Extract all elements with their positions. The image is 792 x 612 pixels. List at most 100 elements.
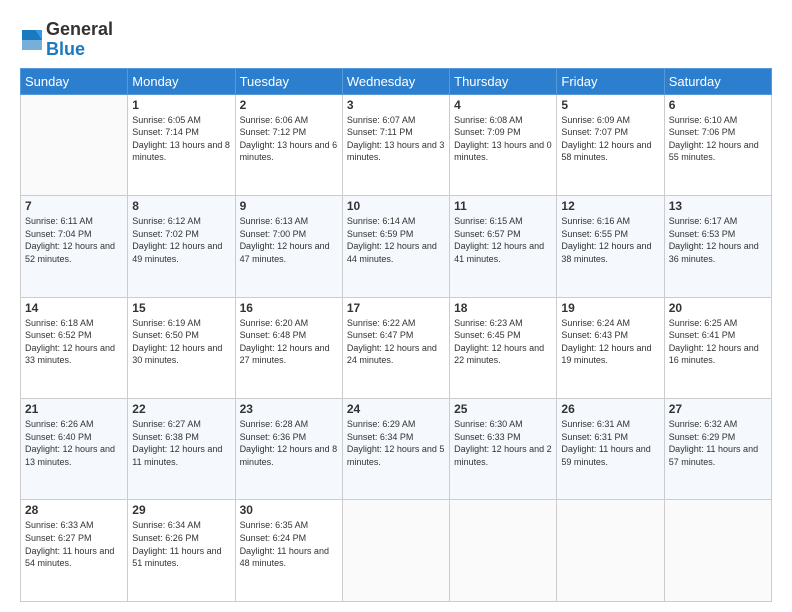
sunrise-label: Sunrise: 6:22 AM	[347, 318, 416, 328]
day-detail: Sunrise: 6:24 AMSunset: 6:43 PMDaylight:…	[561, 317, 659, 367]
daylight-label: Daylight: 11 hours and 51 minutes.	[132, 546, 221, 569]
daylight-label: Daylight: 12 hours and 44 minutes.	[347, 241, 437, 264]
sunrise-label: Sunrise: 6:31 AM	[561, 419, 630, 429]
day-number: 6	[669, 98, 767, 112]
sunrise-label: Sunrise: 6:28 AM	[240, 419, 309, 429]
daylight-label: Daylight: 12 hours and 38 minutes.	[561, 241, 651, 264]
sunrise-label: Sunrise: 6:16 AM	[561, 216, 630, 226]
sunset-label: Sunset: 6:45 PM	[454, 330, 521, 340]
daylight-label: Daylight: 12 hours and 27 minutes.	[240, 343, 330, 366]
calendar-cell: 18 Sunrise: 6:23 AM Sunset: 6:45 PM Dayligh…	[450, 297, 557, 398]
calendar-cell: 22Sunrise: 6:27 AMSunset: 6:38 PMDayligh…	[128, 399, 235, 500]
sunrise-label: Sunrise: 6:23 AM	[454, 318, 523, 328]
sunset-label: Sunset: 6:48 PM	[240, 330, 307, 340]
calendar-cell: 26Sunrise: 6:31 AMSunset: 6:31 PMDayligh…	[557, 399, 664, 500]
sunrise-label: Sunrise: 6:06 AM	[240, 115, 309, 125]
weekday-header-tuesday: Tuesday	[235, 68, 342, 94]
day-detail: Sunrise: 6:07 AMSunset: 7:11 PMDaylight:…	[347, 114, 445, 164]
sunrise-label: Sunrise: 6:05 AM	[132, 115, 201, 125]
day-detail: Sunrise: 6:14 AMSunset: 6:59 PMDaylight:…	[347, 215, 445, 265]
weekday-header-sunday: Sunday	[21, 68, 128, 94]
day-number: 17	[347, 301, 445, 315]
daylight-label: Daylight: 12 hours and 16 minutes.	[669, 343, 759, 366]
day-detail: Sunrise: 6:35 AM Sunset: 6:24 PM Daylight:…	[240, 519, 338, 569]
weekday-header-wednesday: Wednesday	[342, 68, 449, 94]
day-number: 13	[669, 199, 767, 213]
day-detail: Sunrise: 6:28 AMSunset: 6:36 PMDaylight:…	[240, 418, 338, 468]
sunrise-label: Sunrise: 6:13 AM	[240, 216, 309, 226]
day-number: 5	[561, 98, 659, 112]
calendar-cell: 30Sunrise: 6:35 AMSunset: 6:24 PMDayligh…	[235, 500, 342, 602]
daylight-label: Daylight: 13 hours and 0 minutes.	[454, 140, 552, 163]
week-row-2: 7Sunrise: 6:11 AMSunset: 7:04 PMDaylight…	[21, 196, 772, 297]
calendar-cell: 6Sunrise: 6:10 AMSunset: 7:06 PMDaylight…	[664, 94, 771, 195]
day-number: 18	[454, 301, 552, 315]
day-number: 21	[25, 402, 123, 416]
sunrise-label: Sunrise: 6:14 AM	[347, 216, 416, 226]
sunset-label: Sunset: 6:57 PM	[454, 229, 521, 239]
calendar-cell: 1Sunrise: 6:05 AMSunset: 7:14 PMDaylight…	[128, 94, 235, 195]
daylight-label: Daylight: 11 hours and 54 minutes.	[25, 546, 114, 569]
daylight-label: Daylight: 13 hours and 8 minutes.	[132, 140, 230, 163]
sunrise-label: Sunrise: 6:35 AM	[240, 520, 309, 530]
daylight-label: Daylight: 11 hours and 57 minutes.	[669, 444, 758, 467]
day-number: 20	[669, 301, 767, 315]
calendar-cell: 11Sunrise: 6:15 AMSunset: 6:57 PMDayligh…	[450, 196, 557, 297]
sunrise-label: Sunrise: 6:10 AM	[669, 115, 738, 125]
day-detail: Sunrise: 6:23 AM Sunset: 6:45 PM Daylight:…	[454, 317, 552, 367]
calendar: SundayMondayTuesdayWednesdayThursdayFrid…	[20, 68, 772, 602]
calendar-cell: 19 Sunrise: 6:24 AMSunset: 6:43 PMDayligh…	[557, 297, 664, 398]
calendar-cell: 4Sunrise: 6:08 AMSunset: 7:09 PMDaylight…	[450, 94, 557, 195]
calendar-cell: 5Sunrise: 6:09 AMSunset: 7:07 PMDaylight…	[557, 94, 664, 195]
sunrise-label: Sunrise: 6:08 AM	[454, 115, 523, 125]
sunset-label: Sunset: 7:11 PM	[347, 127, 413, 137]
daylight-label: Daylight: 12 hours and 22 minutes.	[454, 343, 544, 366]
day-number: 12	[561, 199, 659, 213]
sunrise-label: Sunrise: 6:34 AM	[132, 520, 201, 530]
calendar-cell	[450, 500, 557, 602]
week-row-3: 14Sunrise: 6:18 AMSunset: 6:52 PMDayligh…	[21, 297, 772, 398]
calendar-cell: 14Sunrise: 6:18 AMSunset: 6:52 PMDayligh…	[21, 297, 128, 398]
day-number: 22	[132, 402, 230, 416]
day-number: 15	[132, 301, 230, 315]
sunrise-label: Sunrise: 6:18 AM	[25, 318, 94, 328]
daylight-label: Daylight: 12 hours and 19 minutes.	[561, 343, 651, 366]
day-detail: Sunrise: 6:13 AMSunset: 7:00 PMDaylight:…	[240, 215, 338, 265]
day-number: 19	[561, 301, 659, 315]
logo-text: General Blue	[46, 20, 113, 60]
sunrise-label: Sunrise: 6:26 AM	[25, 419, 94, 429]
day-number: 1	[132, 98, 230, 112]
sunrise-label: Sunrise: 6:30 AM	[454, 419, 523, 429]
day-number: 9	[240, 199, 338, 213]
calendar-cell: 10Sunrise: 6:14 AMSunset: 6:59 PMDayligh…	[342, 196, 449, 297]
day-detail: Sunrise: 6:20 AMSunset: 6:48 PMDaylight:…	[240, 317, 338, 367]
week-row-1: 1Sunrise: 6:05 AMSunset: 7:14 PMDaylight…	[21, 94, 772, 195]
daylight-label: Daylight: 12 hours and 11 minutes.	[132, 444, 222, 467]
header: General Blue	[20, 15, 772, 60]
sunset-label: Sunset: 7:12 PM	[240, 127, 307, 137]
daylight-label: Daylight: 12 hours and 30 minutes.	[132, 343, 222, 366]
sunrise-label: Sunrise: 6:12 AM	[132, 216, 201, 226]
day-detail: Sunrise: 6:10 AMSunset: 7:06 PMDaylight:…	[669, 114, 767, 164]
daylight-label: Daylight: 12 hours and 24 minutes.	[347, 343, 437, 366]
daylight-label: Daylight: 12 hours and 33 minutes.	[25, 343, 115, 366]
day-detail: Sunrise: 6:08 AMSunset: 7:09 PMDaylight:…	[454, 114, 552, 164]
weekday-header-friday: Friday	[557, 68, 664, 94]
calendar-cell: 12Sunrise: 6:16 AMSunset: 6:55 PMDayligh…	[557, 196, 664, 297]
sunset-label: Sunset: 6:38 PM	[132, 432, 199, 442]
weekday-header-monday: Monday	[128, 68, 235, 94]
sunset-label: Sunset: 7:06 PM	[669, 127, 736, 137]
sunset-label: Sunset: 6:24 PM	[240, 533, 307, 543]
sunset-label: Sunset: 6:50 PM	[132, 330, 199, 340]
sunrise-label: Sunrise: 6:24 AM	[561, 318, 630, 328]
day-number: 2	[240, 98, 338, 112]
sunset-label: Sunset: 7:00 PM	[240, 229, 307, 239]
sunrise-label: Sunrise: 6:17 AM	[669, 216, 738, 226]
day-detail: Sunrise: 6:11 AMSunset: 7:04 PMDaylight:…	[25, 215, 123, 265]
daylight-label: Daylight: 11 hours and 48 minutes.	[240, 546, 329, 569]
calendar-cell: 3 Sunrise: 6:07 AMSunset: 7:11 PMDaylight…	[342, 94, 449, 195]
weekday-header-saturday: Saturday	[664, 68, 771, 94]
day-number: 3	[347, 98, 445, 112]
sunset-label: Sunset: 6:47 PM	[347, 330, 414, 340]
daylight-label: Daylight: 12 hours and 49 minutes.	[132, 241, 222, 264]
